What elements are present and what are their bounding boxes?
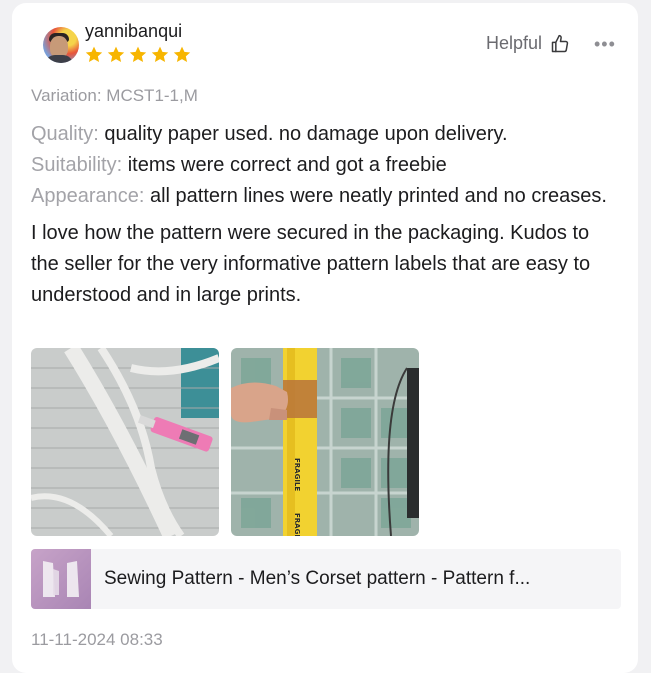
star-icon	[85, 46, 103, 62]
review-comment: I love how the pattern were secured in t…	[31, 222, 591, 306]
review-body: Quality: quality paper used. no damage u…	[31, 119, 611, 311]
review-photo-pattern[interactable]	[31, 348, 219, 536]
more-options-button[interactable]: •••	[594, 34, 616, 55]
variation-label: Variation: MCST1-1,M	[31, 86, 198, 105]
tube-tape-text: FRAGILE	[293, 513, 301, 536]
pattern-paper-image	[31, 348, 219, 536]
helpful-button[interactable]: Helpful	[486, 33, 570, 54]
attribute-suitability: Suitability: items were correct and got …	[31, 150, 611, 181]
attribute-key: Appearance:	[31, 185, 145, 207]
attribute-value: all pattern lines were neatly printed an…	[149, 185, 607, 207]
review-photo-packaging[interactable]: FRAGILE FRAGILE	[231, 348, 419, 536]
attribute-key: Suitability:	[31, 154, 123, 176]
star-icon	[129, 46, 147, 62]
star-icon	[151, 46, 169, 62]
packaged-tube-image: FRAGILE FRAGILE	[231, 348, 419, 536]
attribute-value: items were correct and got a freebie	[127, 154, 447, 176]
reviewer-username[interactable]: yannibanqui	[85, 21, 182, 42]
corset-pattern-thumbnail-icon	[43, 561, 79, 597]
star-icon	[173, 46, 191, 62]
attribute-key: Quality:	[31, 123, 99, 145]
avatar[interactable]	[43, 27, 79, 63]
helpful-label: Helpful	[486, 33, 543, 53]
attribute-value: quality paper used. no damage upon deliv…	[104, 123, 508, 145]
thumbs-up-icon	[551, 34, 569, 52]
product-link[interactable]: Sewing Pattern - Men’s Corset pattern - …	[31, 549, 621, 609]
attribute-appearance: Appearance: all pattern lines were neatl…	[31, 181, 611, 212]
tube-tape-text: FRAGILE	[293, 458, 301, 491]
attribute-quality: Quality: quality paper used. no damage u…	[31, 119, 611, 150]
star-icon	[107, 46, 125, 62]
product-title: Sewing Pattern - Men’s Corset pattern - …	[104, 568, 531, 589]
product-thumbnail	[31, 549, 91, 609]
review-timestamp: 11-11-2024 08:33	[31, 630, 163, 649]
rating-stars	[84, 45, 192, 65]
